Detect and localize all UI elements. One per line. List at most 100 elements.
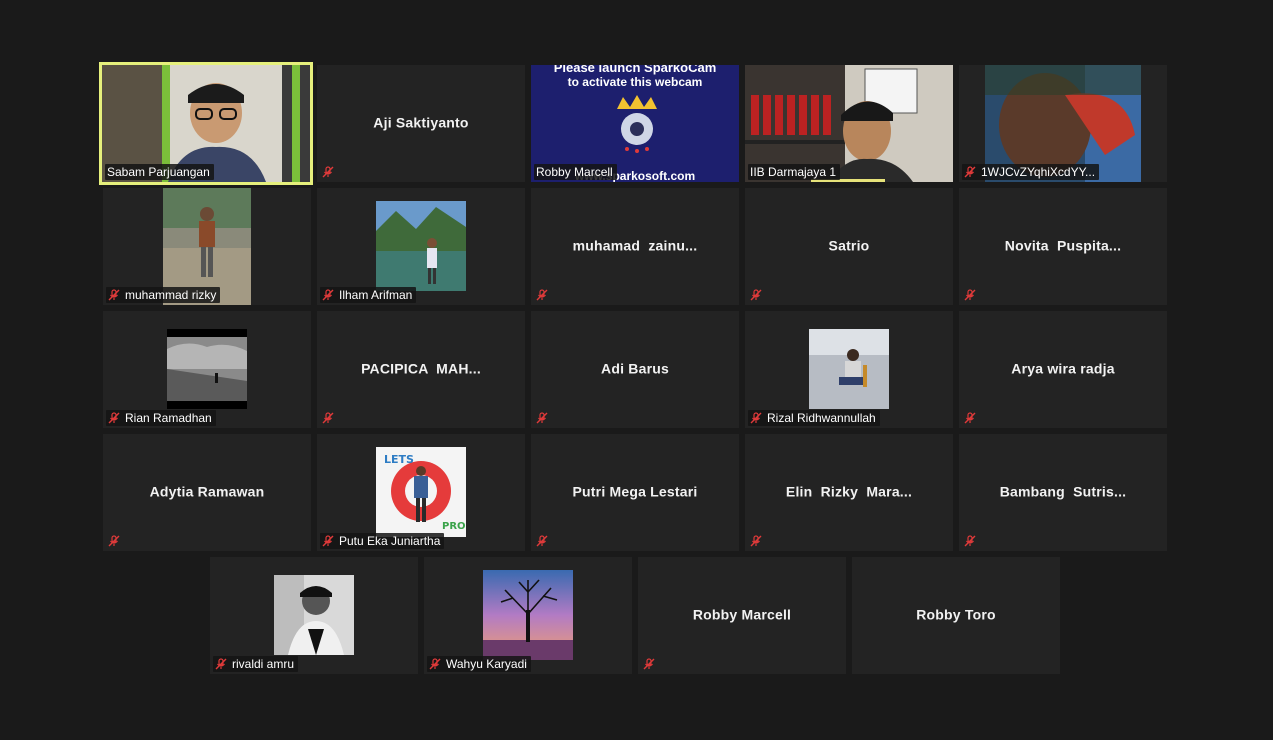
tile-footer: Rian Ramadhan (106, 410, 216, 426)
svg-text:LETS: LETS (384, 453, 414, 466)
participant-display-name: Robby Marcell (692, 605, 792, 622)
gallery-view: Sabam Parjuangan Aji Saktiyanto Please l… (0, 0, 1273, 740)
mic-muted-icon (536, 535, 548, 547)
participant-tile-iib[interactable]: IIB Darmajaya 1 (745, 65, 953, 182)
tile-footer: Robby Marcell (534, 164, 617, 180)
participant-tile-adi-barus[interactable]: Adi Barus (531, 311, 739, 428)
tile-footer (962, 533, 985, 549)
tile-footer (320, 164, 343, 180)
mic-muted-icon (108, 535, 120, 547)
tile-footer (534, 533, 557, 549)
profile-photo (167, 329, 247, 409)
participant-display-name: Adi Barus (601, 359, 669, 376)
tile-footer (534, 287, 557, 303)
participant-name: Sabam Parjuangan (107, 165, 210, 179)
tile-footer: Sabam Parjuangan (105, 164, 214, 180)
participant-name: muhammad rizky (125, 288, 217, 302)
participant-tile-muhamad-zainu[interactable]: muhamad zainu... (531, 188, 739, 305)
mic-muted-icon (964, 412, 976, 424)
participant-name: Robby Marcell (536, 165, 613, 179)
participant-tile-robby-marcell-cam[interactable]: Please launch SparkoCam to activate this… (531, 65, 739, 182)
participant-tile-sabam[interactable]: Sabam Parjuangan (99, 62, 313, 185)
mic-muted-icon (643, 658, 655, 670)
participant-tile-rivaldi[interactable]: rivaldi amru (210, 557, 418, 674)
tile-footer (641, 656, 664, 672)
participant-tile-adytia[interactable]: Adytia Ramawan (103, 434, 311, 551)
tile-footer (748, 287, 771, 303)
mic-muted-icon (322, 535, 334, 547)
tile-footer: Rizal Ridhwannullah (748, 410, 880, 426)
webcam-notice-line1: Please launch SparkoCam (553, 65, 717, 75)
participant-name: 1WJCvZYqhiXcdYY... (981, 165, 1096, 179)
participant-display-name: Robby Toro (916, 605, 996, 622)
participant-name: Rian Ramadhan (125, 411, 212, 425)
mic-muted-icon (750, 535, 762, 547)
participant-tile-robby-toro[interactable]: Robby Toro (852, 557, 1060, 674)
participant-display-name: Satrio (828, 236, 870, 253)
mic-muted-icon (964, 166, 976, 178)
mic-muted-icon (322, 289, 334, 301)
svg-text:PRO: PRO (442, 521, 466, 532)
participant-display-name: Elin Rizky Mara... (785, 482, 913, 499)
mic-muted-icon (964, 535, 976, 547)
tile-footer (320, 410, 343, 426)
participant-tile-aji[interactable]: Aji Saktiyanto (317, 65, 525, 182)
tile-footer: muhammad rizky (106, 287, 221, 303)
tile-footer: Putu Eka Juniartha (320, 533, 445, 549)
profile-photo (376, 201, 466, 291)
participant-tile-putri[interactable]: Putri Mega Lestari (531, 434, 739, 551)
profile-photo (274, 575, 354, 655)
tile-footer: Wahyu Karyadi (427, 656, 531, 672)
tile-footer: Ilham Arifman (320, 287, 417, 303)
participant-tile-satrio[interactable]: Satrio (745, 188, 953, 305)
participant-name: Wahyu Karyadi (446, 657, 527, 671)
participant-tile-1wjc[interactable]: 1WJCvZYqhiXcdYY... (959, 65, 1167, 182)
mic-muted-icon (750, 412, 762, 424)
participant-tile-ilham[interactable]: Ilham Arifman (317, 188, 525, 305)
participant-display-name: Putri Mega Lestari (572, 482, 698, 499)
mic-muted-icon (536, 289, 548, 301)
participant-tile-elin[interactable]: Elin Rizky Mara... (745, 434, 953, 551)
mic-muted-icon (536, 412, 548, 424)
mic-muted-icon (108, 412, 120, 424)
tile-footer: 1WJCvZYqhiXcdYY... (962, 164, 1100, 180)
mic-muted-icon (108, 289, 120, 301)
participant-tile-arya[interactable]: Arya wira radja (959, 311, 1167, 428)
tile-footer: IIB Darmajaya 1 (748, 164, 841, 180)
participant-name: rivaldi amru (232, 657, 295, 671)
mic-muted-icon (964, 289, 976, 301)
profile-photo (483, 570, 573, 660)
mic-muted-icon (322, 166, 334, 178)
participant-tile-putu[interactable]: LETS PRO Putu Eka Juniartha (317, 434, 525, 551)
participant-tile-bambang[interactable]: Bambang Sutris... (959, 434, 1167, 551)
participant-display-name: PACIPICA MAH... (361, 359, 481, 376)
profile-photo: LETS PRO (376, 447, 466, 537)
participant-tile-muhammad-rizky[interactable]: muhammad rizky (103, 188, 311, 305)
profile-photo (809, 329, 889, 409)
participant-name: Rizal Ridhwannullah (767, 411, 876, 425)
participant-display-name: Arya wira radja (1011, 359, 1115, 376)
tile-footer (962, 287, 985, 303)
tile-footer (106, 533, 129, 549)
participant-tile-rizal[interactable]: Rizal Ridhwannullah (745, 311, 953, 428)
participant-tile-novita[interactable]: Novita Puspita... (959, 188, 1167, 305)
tile-footer (748, 533, 771, 549)
participant-name: Ilham Arifman (339, 288, 413, 302)
participant-display-name: Bambang Sutris... (999, 482, 1127, 499)
mic-muted-icon (429, 658, 441, 670)
mic-muted-icon (322, 412, 334, 424)
participant-name: Putu Eka Juniartha (339, 534, 441, 548)
participant-display-name: Adytia Ramawan (149, 482, 265, 499)
tile-footer (534, 410, 557, 426)
participant-display-name: Novita Puspita... (1004, 236, 1122, 253)
participant-tile-rian[interactable]: Rian Ramadhan (103, 311, 311, 428)
participant-display-name: muhamad zainu... (572, 236, 698, 253)
mic-muted-icon (750, 289, 762, 301)
participant-tile-pacipica[interactable]: PACIPICA MAH... (317, 311, 525, 428)
participant-name: IIB Darmajaya 1 (750, 165, 837, 179)
tile-footer: rivaldi amru (213, 656, 299, 672)
participant-tile-robby-marcell-2[interactable]: Robby Marcell (638, 557, 846, 674)
tile-footer (962, 410, 985, 426)
participant-tile-wahyu[interactable]: Wahyu Karyadi (424, 557, 632, 674)
webcam-notice-line2: to activate this webcam (567, 75, 703, 89)
